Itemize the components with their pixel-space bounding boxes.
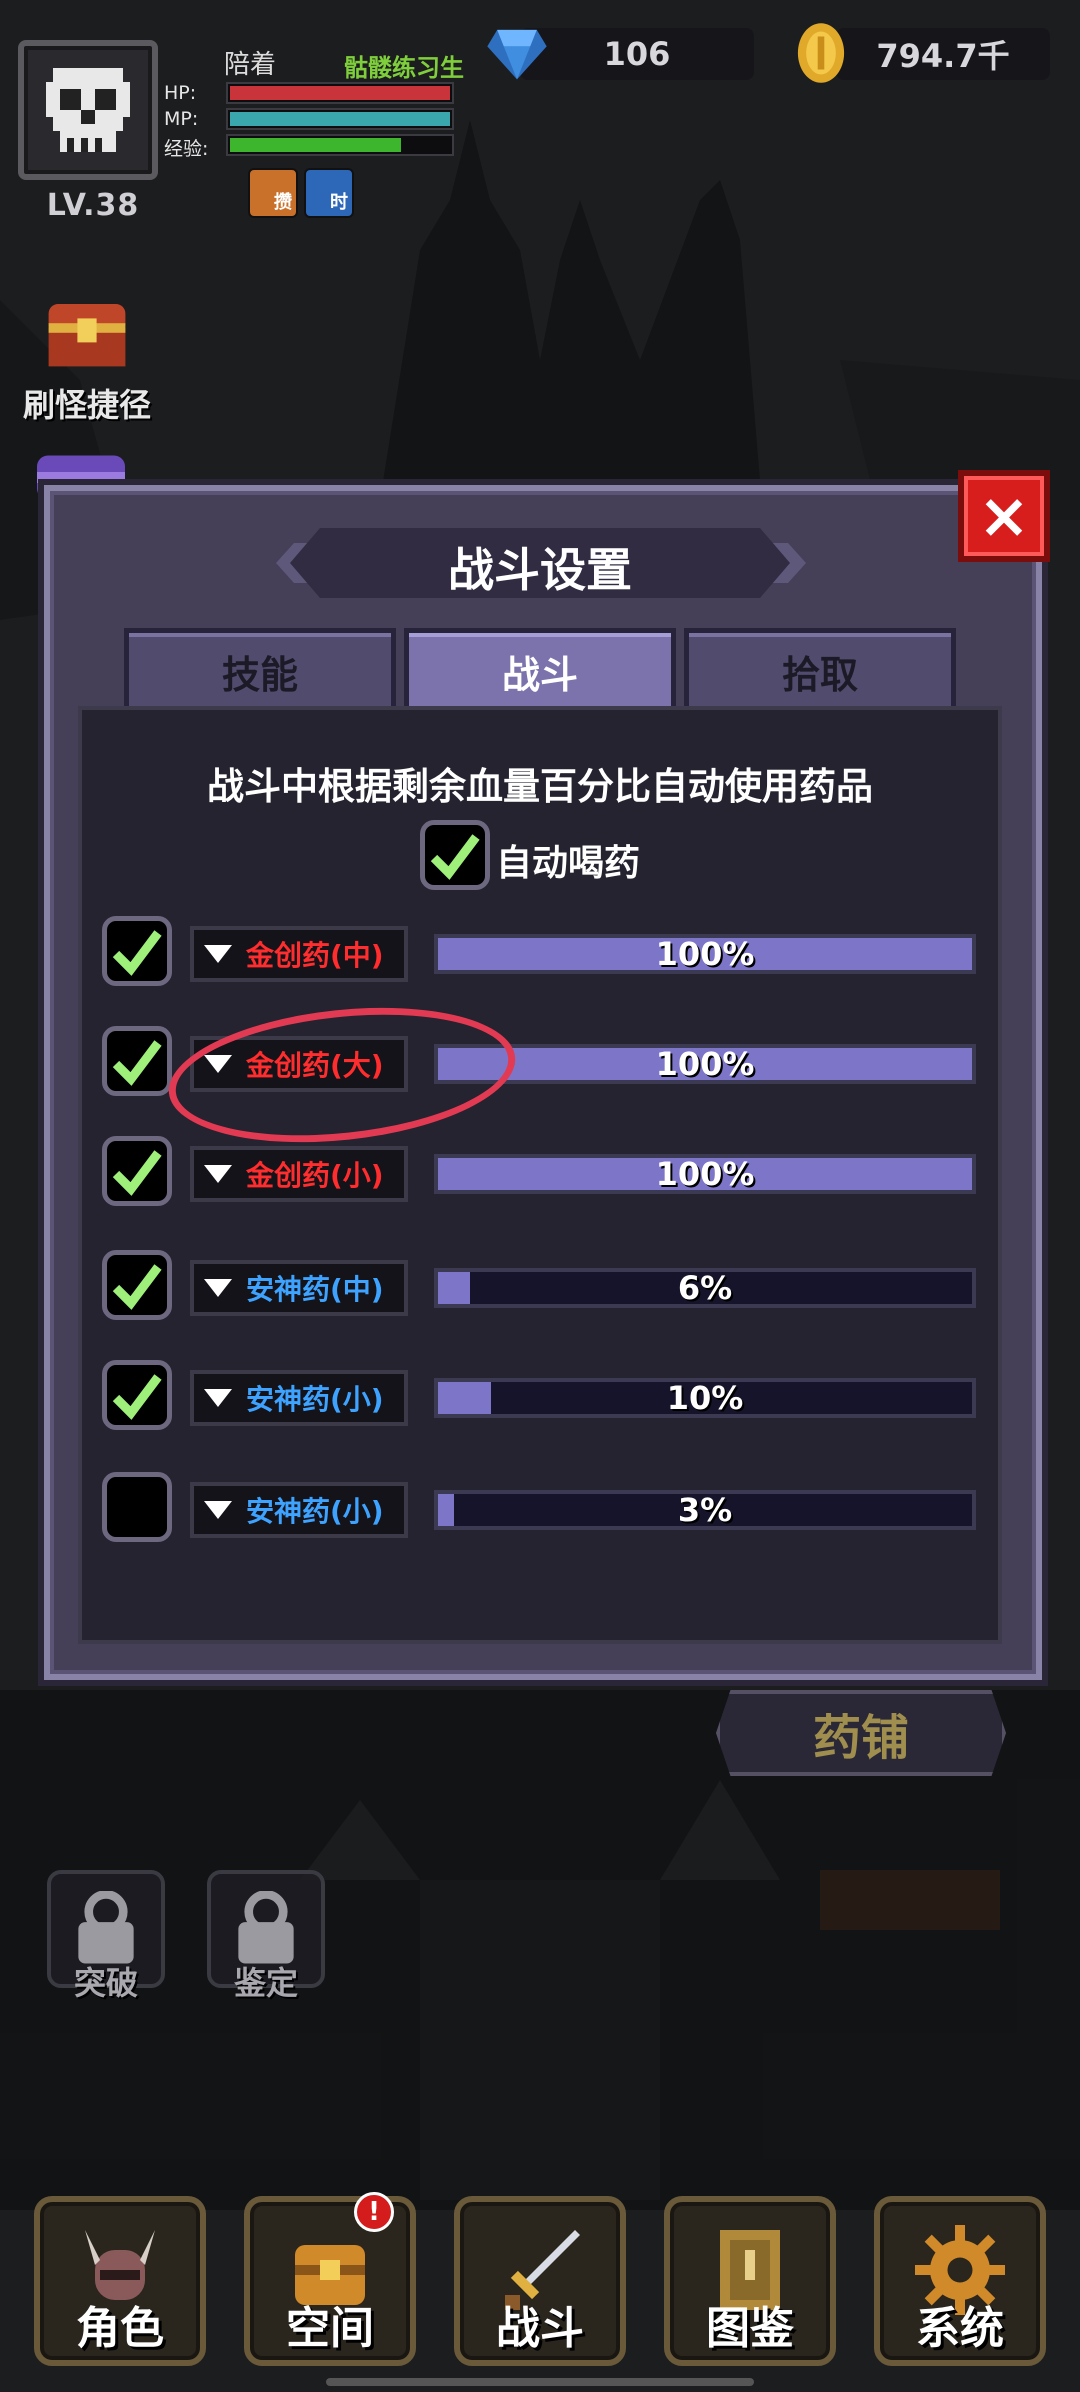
potion-dropdown[interactable]: 安神药(中) — [190, 1260, 408, 1316]
checkmark-icon — [110, 1148, 164, 1201]
player-title: 骷髅练习生 — [344, 54, 464, 82]
potion-checkbox[interactable] — [102, 916, 172, 986]
checkmark-icon — [428, 832, 482, 885]
chevron-down-icon — [204, 1279, 232, 1297]
locked-slot-label: 突破 — [73, 1964, 138, 2002]
potion-name: 安神药(中) — [246, 1273, 384, 1306]
shortcut-label: 刷怪捷径 — [22, 386, 151, 424]
player-level: LV.38 — [46, 188, 140, 223]
threshold-value: 3% — [677, 1491, 733, 1529]
nav-label: 空间 — [286, 2303, 374, 2354]
exp-bar-fill — [230, 138, 401, 152]
mp-bar — [226, 108, 454, 130]
locked-slot[interactable]: 突破 — [42, 1870, 170, 2004]
hp-label: HP: — [164, 82, 197, 104]
treasure-chest-icon — [48, 304, 126, 367]
potion-checkbox[interactable] — [102, 1136, 172, 1206]
threshold-slider[interactable]: 3% — [434, 1490, 976, 1530]
nav-codex[interactable]: 图鉴 — [664, 2196, 836, 2366]
threshold-slider[interactable]: 100% — [434, 1154, 976, 1194]
potion-dropdown[interactable]: 安神药(小) — [190, 1370, 408, 1426]
notification-badge: ! — [354, 2192, 394, 2232]
nav-label: 图鉴 — [706, 2303, 794, 2354]
buff-label: 攒 — [274, 192, 292, 213]
exp-label: 经验: — [164, 138, 209, 160]
potion-checkbox[interactable] — [102, 1360, 172, 1430]
potion-dropdown[interactable]: 金创药(小) — [190, 1146, 408, 1202]
mp-label: MP: — [164, 108, 199, 130]
home-indicator[interactable] — [326, 2378, 754, 2386]
threshold-slider[interactable]: 10% — [434, 1378, 976, 1418]
shop-button[interactable]: 药铺 — [716, 1690, 1006, 1776]
potion-name: 安神药(小) — [246, 1383, 384, 1416]
potion-checkbox[interactable] — [102, 1250, 172, 1320]
potion-dropdown[interactable]: 安神药(小) — [190, 1482, 408, 1538]
threshold-value: 6% — [677, 1269, 733, 1307]
threshold-value: 10% — [666, 1379, 744, 1417]
clock-buff-icon[interactable]: 时 — [304, 168, 354, 218]
threshold-slider[interactable]: 6% — [434, 1268, 976, 1308]
hp-bar-fill — [230, 86, 450, 100]
gold-coin-icon — [797, 23, 845, 83]
top-hud: LV.38 陪着 骷髅练习生 HP: MP: 经验: 攒 时 106 794.7… — [0, 0, 1080, 240]
dialog-title: 战斗设置 — [448, 543, 632, 597]
potion-checkbox[interactable] — [102, 1026, 172, 1096]
nav-label: 系统 — [916, 2303, 1004, 2354]
panel-description: 战斗中根据剩余血量百分比自动使用药品 — [207, 765, 873, 808]
chevron-down-icon — [204, 1165, 232, 1183]
checkmark-icon — [110, 1262, 164, 1315]
potion-name: 金创药(中) — [246, 939, 384, 972]
nav-label: 角色 — [76, 2303, 164, 2354]
hp-bar — [226, 82, 454, 104]
nav-system[interactable]: 系统 — [874, 2196, 1046, 2366]
tab-skills[interactable]: 技能 — [124, 628, 396, 710]
auto-drink-label: 自动喝药 — [496, 843, 641, 884]
monster-shortcut[interactable]: 刷怪捷径 — [12, 280, 162, 426]
nav-label: 战斗 — [496, 2303, 584, 2354]
threshold-slider[interactable]: 100% — [434, 934, 976, 974]
threshold-value: 100% — [655, 935, 755, 973]
bottom-nav: 角色 空间 战斗 图鉴 系统 — [0, 2196, 1080, 2392]
locked-slot[interactable]: 鉴定 — [202, 1870, 330, 2004]
diamond-icon — [487, 29, 547, 80]
close-button[interactable]: × — [958, 470, 1050, 562]
buff-label: 时 — [330, 192, 348, 213]
mp-bar-fill — [230, 112, 450, 126]
threshold-slider[interactable]: 100% — [434, 1044, 976, 1084]
checkmark-icon — [110, 928, 164, 981]
fist-buff-icon[interactable]: 攒 — [248, 168, 298, 218]
nav-character[interactable]: 角色 — [34, 2196, 206, 2366]
chevron-down-icon — [204, 1501, 232, 1519]
potion-checkbox[interactable] — [102, 1472, 172, 1542]
exp-bar — [226, 134, 454, 156]
tab-pickup[interactable]: 拾取 — [684, 628, 956, 710]
locked-slot-label: 鉴定 — [233, 1964, 298, 2002]
threshold-value: 100% — [655, 1155, 755, 1193]
avatar[interactable] — [18, 40, 158, 180]
threshold-value: 100% — [655, 1045, 755, 1083]
gold-counter: 794.7千 — [836, 28, 1050, 80]
tab-battle[interactable]: 战斗 — [404, 628, 676, 710]
potion-name: 安神药(小) — [246, 1495, 384, 1528]
checkmark-icon — [110, 1372, 164, 1425]
skull-icon — [46, 68, 130, 152]
nav-battle[interactable]: 战斗 — [454, 2196, 626, 2366]
checkmark-icon — [110, 1038, 164, 1091]
potion-name: 金创药(小) — [246, 1159, 384, 1192]
player-name: 陪着 — [224, 50, 277, 80]
chevron-down-icon — [204, 945, 232, 963]
chevron-down-icon — [204, 1389, 232, 1407]
auto-drink-checkbox[interactable] — [420, 820, 490, 890]
gem-counter: 106 — [520, 28, 754, 80]
potion-dropdown[interactable]: 金创药(中) — [190, 926, 408, 982]
